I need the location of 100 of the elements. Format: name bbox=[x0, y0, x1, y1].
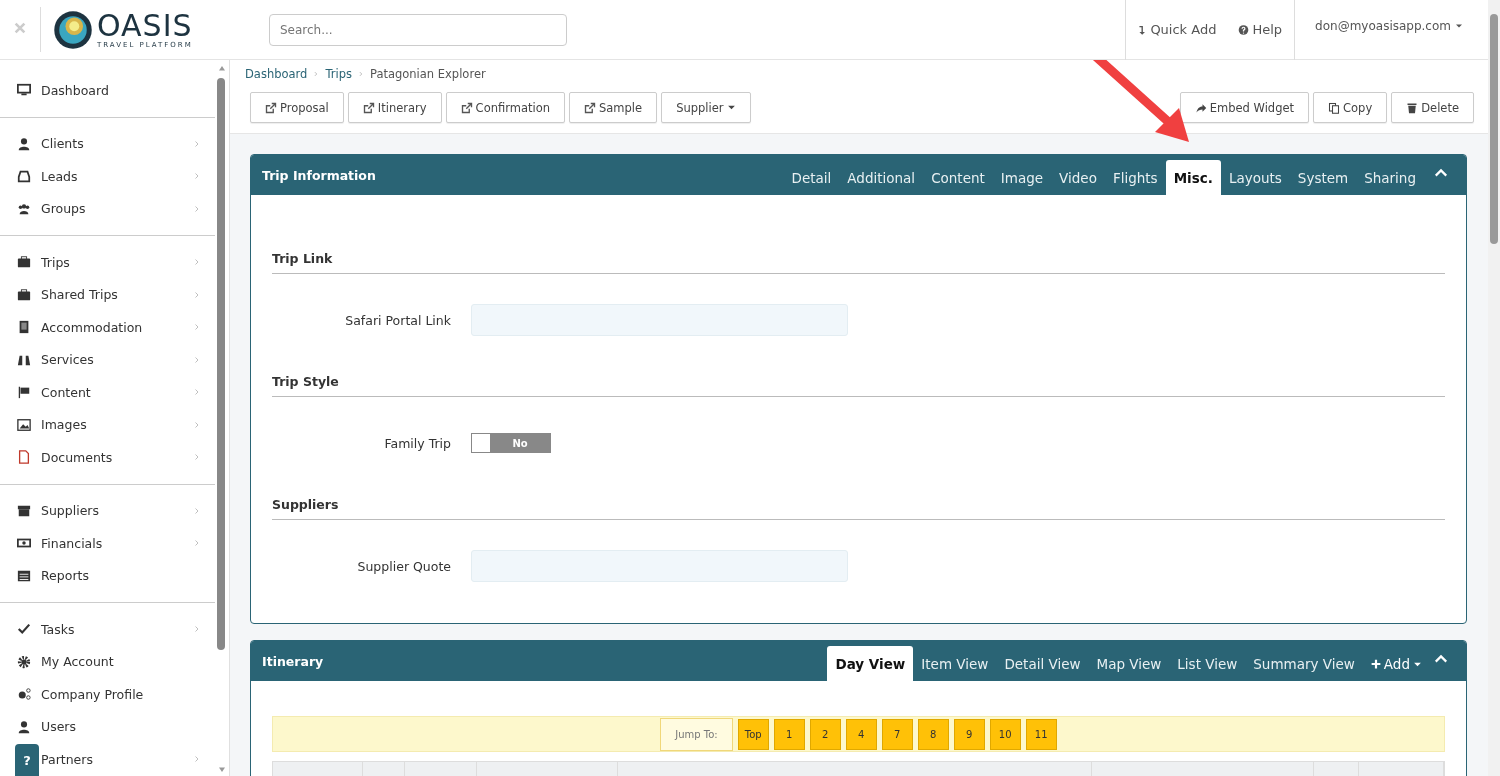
help-button[interactable]: ? bbox=[15, 744, 39, 776]
jump-button[interactable]: Top bbox=[737, 718, 769, 750]
help-icon bbox=[1238, 23, 1250, 36]
header-link[interactable]: Help bbox=[1238, 22, 1285, 37]
toolbar-button[interactable]: Delete bbox=[1391, 92, 1474, 123]
jump-button[interactable]: 7 bbox=[881, 718, 913, 750]
panel-tab[interactable]: Content bbox=[923, 161, 993, 195]
panel-tab[interactable]: Sharing bbox=[1356, 161, 1424, 195]
chevron-right-icon bbox=[193, 354, 201, 365]
toggle-switch[interactable]: No bbox=[471, 433, 551, 453]
section-heading: Trip Style bbox=[272, 374, 1445, 397]
breadcrumb-link[interactable]: Dashboard bbox=[245, 67, 308, 81]
user-icon bbox=[17, 719, 31, 734]
image-icon bbox=[17, 417, 31, 432]
panel-tab[interactable]: List View bbox=[1169, 647, 1246, 681]
user-menu[interactable]: don@myoasisapp.com bbox=[1295, 18, 1488, 33]
add-menu[interactable]: Add bbox=[1362, 647, 1430, 681]
external-link-icon bbox=[460, 101, 473, 114]
section-heading: Trip Link bbox=[272, 251, 1445, 274]
sidebar-item[interactable]: Groups bbox=[41, 201, 201, 217]
sidebar-item[interactable]: Clients bbox=[41, 136, 201, 152]
external-link-icon bbox=[362, 101, 375, 114]
panel-tab[interactable]: Day View bbox=[827, 646, 914, 681]
input-field[interactable] bbox=[471, 304, 848, 336]
panel-tab[interactable]: Summary View bbox=[1245, 647, 1363, 681]
panel-tab[interactable]: Detail View bbox=[996, 647, 1089, 681]
sidebar-item[interactable]: Reports bbox=[41, 568, 201, 584]
panel-title: Itinerary bbox=[262, 653, 325, 669]
jump-button[interactable]: 4 bbox=[845, 718, 877, 750]
sidebar-item[interactable]: Users bbox=[41, 719, 201, 735]
toolbar-button[interactable]: Sample bbox=[569, 92, 658, 123]
scrollbar-thumb[interactable] bbox=[1490, 14, 1498, 244]
scroll-up-icon[interactable] bbox=[217, 64, 227, 72]
toolbar-button[interactable]: Supplier bbox=[661, 92, 751, 123]
scroll-down-icon[interactable] bbox=[217, 766, 227, 774]
sidebar-item[interactable]: Partners bbox=[41, 751, 201, 767]
panel-tab[interactable]: Detail bbox=[783, 161, 840, 195]
sidebar-item[interactable]: Company Profile bbox=[41, 686, 201, 702]
field-label: Supplier Quote bbox=[356, 558, 452, 574]
breadcrumb-link[interactable]: Trips bbox=[325, 67, 352, 81]
search-field[interactable]: Search... bbox=[269, 13, 567, 46]
caret-icon bbox=[726, 103, 736, 112]
sidebar-item[interactable]: My Account bbox=[41, 654, 201, 670]
toolbar-button[interactable]: Itinerary bbox=[347, 92, 442, 123]
header-link[interactable]: Quick Add bbox=[1136, 22, 1219, 37]
scrollbar-thumb[interactable] bbox=[217, 78, 225, 650]
panel-tab[interactable]: Layouts bbox=[1220, 161, 1290, 195]
chevron-right-icon bbox=[357, 70, 364, 78]
panel-tab[interactable]: System bbox=[1289, 161, 1357, 195]
plus-icon bbox=[1370, 659, 1381, 669]
field-label: Family Trip bbox=[383, 435, 452, 451]
jump-button[interactable]: 11 bbox=[1025, 718, 1057, 750]
sidebar-item[interactable]: Services bbox=[41, 352, 201, 368]
panel-tab[interactable]: Map View bbox=[1088, 647, 1170, 681]
sidebar-item[interactable]: Financials bbox=[41, 535, 201, 551]
sidebar-item[interactable]: Leads bbox=[41, 168, 201, 184]
panel-tab[interactable]: Image bbox=[992, 161, 1052, 195]
jump-button[interactable]: 1 bbox=[773, 718, 805, 750]
flag-icon bbox=[17, 385, 31, 400]
chevron-right-icon bbox=[193, 203, 201, 214]
monitor-icon bbox=[17, 83, 31, 98]
jump-button[interactable]: 8 bbox=[917, 718, 949, 750]
panel-tab[interactable]: Video bbox=[1051, 161, 1105, 195]
sidebar-item[interactable]: Accommodation bbox=[41, 319, 201, 335]
copy-icon bbox=[1328, 101, 1341, 114]
sidebar-item[interactable]: Dashboard bbox=[41, 82, 201, 98]
close-icon[interactable] bbox=[13, 21, 27, 35]
check-icon bbox=[17, 622, 31, 637]
logo-icon bbox=[53, 9, 93, 50]
chevron-right-icon bbox=[313, 70, 320, 78]
sidebar-item[interactable]: Documents bbox=[41, 449, 201, 465]
chevron-right-icon bbox=[193, 505, 201, 516]
sidebar-item[interactable]: Images bbox=[41, 417, 201, 433]
jump-button[interactable]: 9 bbox=[953, 718, 985, 750]
toolbar-button[interactable]: Proposal bbox=[250, 92, 344, 123]
sidebar-item[interactable]: Trips bbox=[41, 254, 201, 270]
logo-name: OASIS bbox=[97, 10, 193, 41]
sidebar-item[interactable]: Shared Trips bbox=[41, 287, 201, 303]
jump-button[interactable]: 10 bbox=[989, 718, 1021, 750]
trash-icon bbox=[1406, 101, 1419, 114]
input-field[interactable] bbox=[471, 550, 848, 582]
chevron-right-icon bbox=[193, 138, 201, 149]
sidebar-item[interactable]: Tasks bbox=[41, 621, 201, 637]
sidebar-item[interactable]: Suppliers bbox=[41, 503, 201, 519]
jump-label: Jump To: bbox=[660, 717, 733, 751]
inbox-icon bbox=[17, 169, 31, 184]
toolbar-button[interactable]: Copy bbox=[1313, 92, 1388, 123]
panel-title: Trip Information bbox=[262, 167, 377, 183]
briefcase-icon bbox=[17, 287, 31, 302]
toolbar-button[interactable]: Embed Widget bbox=[1179, 92, 1310, 123]
sidebar-item[interactable]: Content bbox=[41, 384, 201, 400]
user-icon bbox=[17, 136, 31, 151]
jump-button[interactable]: 2 bbox=[809, 718, 841, 750]
panel-tab[interactable]: Misc. bbox=[1165, 160, 1221, 195]
external-link-icon bbox=[265, 101, 277, 114]
panel-tab[interactable]: Additional bbox=[839, 161, 924, 195]
panel-tab[interactable]: Flights bbox=[1104, 161, 1166, 195]
document-icon bbox=[17, 450, 31, 465]
panel-tab[interactable]: Item View bbox=[913, 647, 997, 681]
toolbar-button[interactable]: Confirmation bbox=[445, 92, 565, 123]
